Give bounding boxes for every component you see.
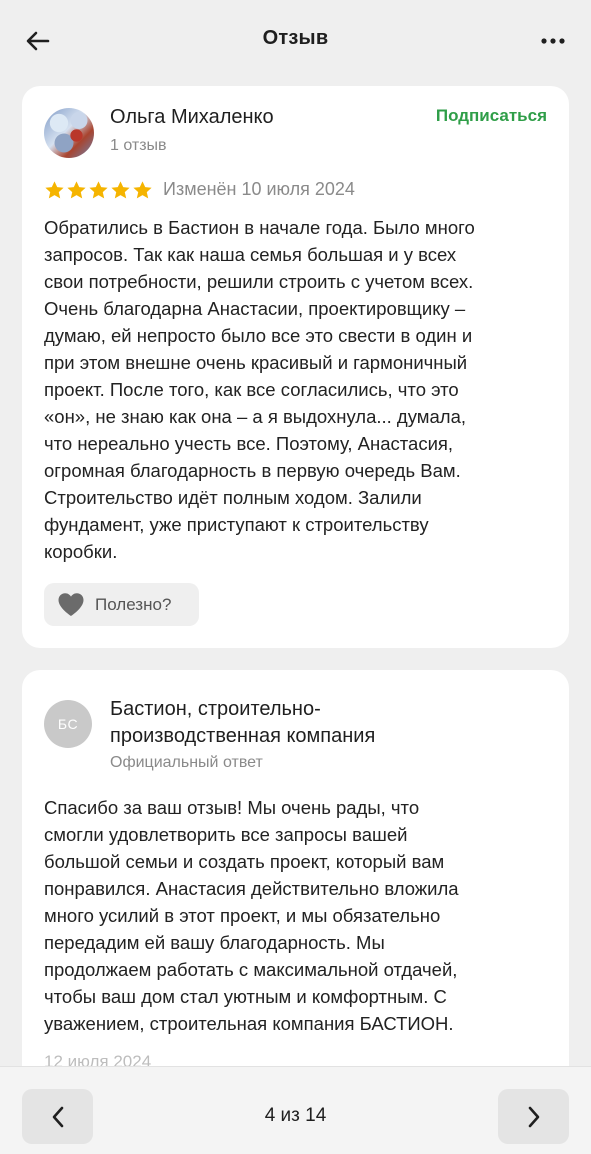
star-icon <box>67 181 86 199</box>
star-icon <box>45 181 64 199</box>
author-name[interactable]: Ольга Михаленко <box>110 106 274 129</box>
review-card: Ольга Михаленко 1 отзыв Подписаться Изме… <box>22 86 569 648</box>
chevron-right-icon <box>528 1106 539 1127</box>
avatar[interactable] <box>44 108 94 158</box>
more-dots-icon <box>541 38 565 44</box>
next-review-button[interactable] <box>498 1089 569 1144</box>
bottom-navigation: 4 из 14 <box>0 1066 591 1154</box>
useful-label: Полезно? <box>95 594 172 614</box>
reply-text: Спасибо за ваш отзыв! Мы очень рады, что… <box>44 797 459 1034</box>
edited-date: Изменён 10 июля 2024 <box>163 179 355 199</box>
author-review-count: 1 отзыв <box>110 137 167 154</box>
company-avatar[interactable]: БС <box>44 700 92 748</box>
heart-icon <box>58 593 84 616</box>
company-name[interactable]: Бастион, строительно- производственная к… <box>110 696 530 750</box>
reply-card: БС Бастион, строительно- производственна… <box>22 670 569 1090</box>
useful-button[interactable]: Полезно? <box>44 583 199 626</box>
subscribe-button[interactable]: Подписаться <box>436 106 547 126</box>
page-title: Отзыв <box>262 27 329 49</box>
star-icon <box>111 181 130 199</box>
rating-stars <box>44 180 153 201</box>
header: Отзыв <box>0 0 591 80</box>
more-button[interactable] <box>537 32 569 50</box>
star-icon <box>89 181 108 199</box>
star-icon <box>133 181 152 199</box>
review-text: Обратились в Бастион в начале года. Было… <box>44 217 475 562</box>
official-reply-label: Официальный ответ <box>110 754 263 771</box>
review-screen: Отзыв Ольга Михаленко 1 отзыв Подписатьс… <box>0 0 591 1154</box>
